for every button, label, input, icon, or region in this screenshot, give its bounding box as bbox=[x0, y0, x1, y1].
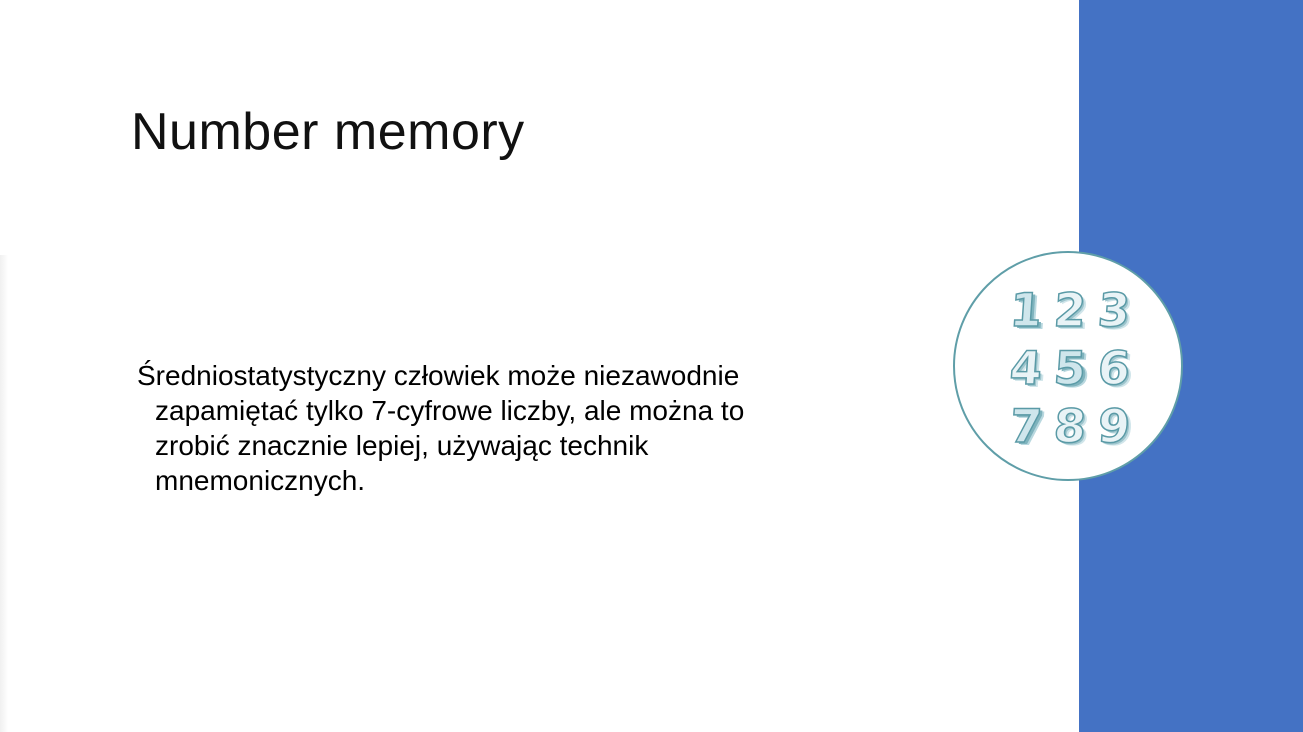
slide-edge-shadow bbox=[0, 255, 8, 732]
digit-8: 8 bbox=[1051, 398, 1088, 454]
slide-body: Średniostatystyczny człowiek może niezaw… bbox=[137, 358, 797, 498]
digit-6: 6 bbox=[1095, 340, 1132, 396]
digit-9: 9 bbox=[1095, 398, 1132, 454]
digit-5: 5 bbox=[1051, 340, 1088, 396]
slide: Number memory Średniostatystyczny człowi… bbox=[0, 0, 1303, 732]
digit-2: 2 bbox=[1051, 282, 1088, 338]
slide-title: Number memory bbox=[131, 103, 525, 161]
digit-7: 7 bbox=[1007, 398, 1044, 454]
digits-illustration: 1 2 3 4 5 6 7 8 9 bbox=[953, 251, 1183, 481]
body-paragraph: Średniostatystyczny człowiek może niezaw… bbox=[137, 360, 745, 496]
digit-3: 3 bbox=[1095, 282, 1132, 338]
digits-1-to-9-icon: 1 2 3 4 5 6 7 8 9 bbox=[1005, 281, 1135, 455]
digit-4: 4 bbox=[1007, 340, 1044, 396]
digit-1: 1 bbox=[1007, 282, 1044, 338]
